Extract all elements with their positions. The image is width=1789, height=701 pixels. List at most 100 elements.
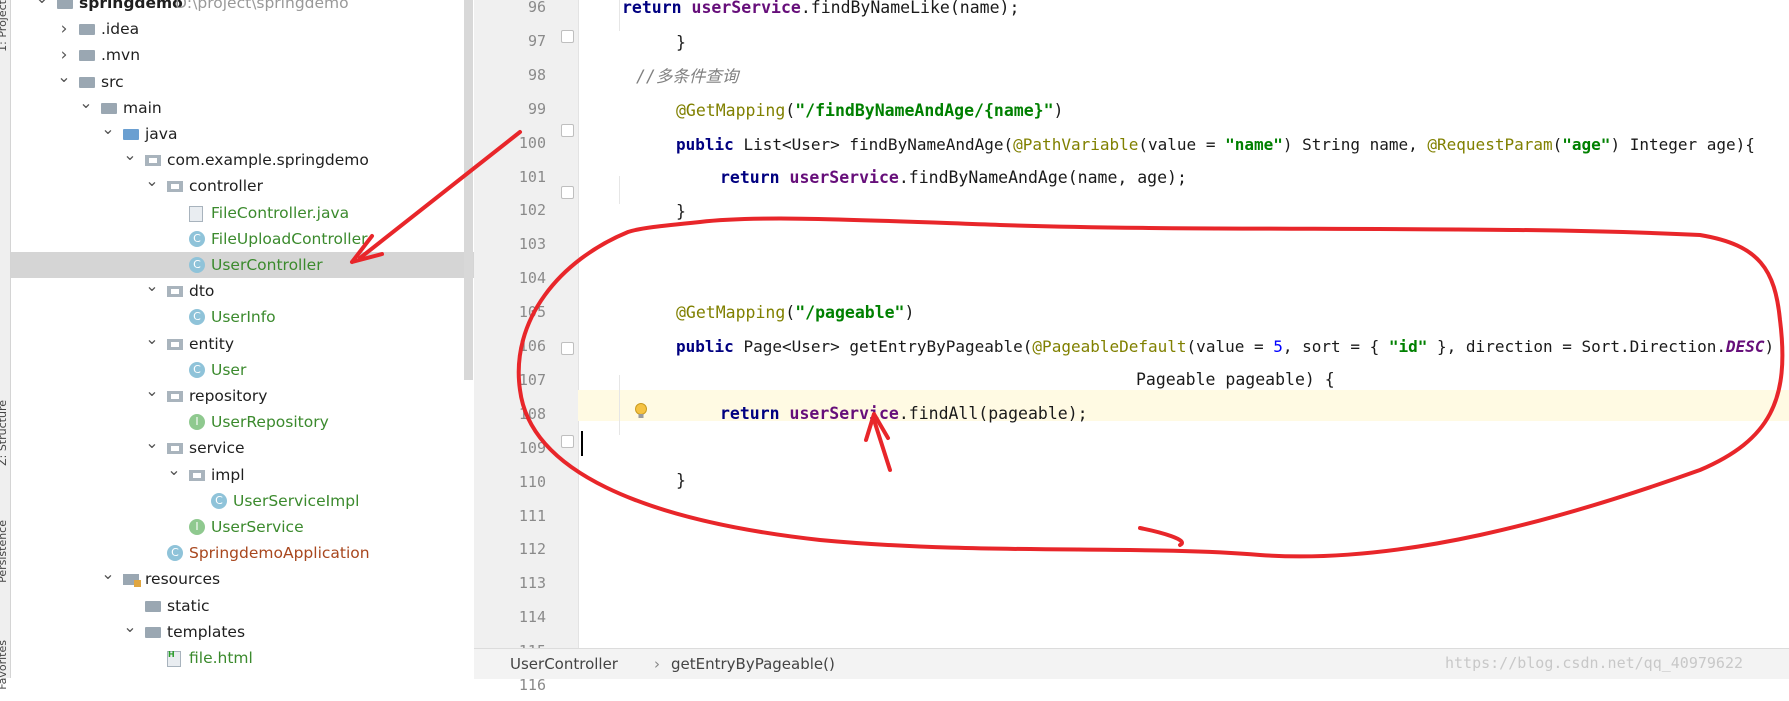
package-icon [167,286,183,298]
tree-item-user[interactable]: C User [11,357,474,383]
java-file-icon [189,205,203,222]
tree-item-templates[interactable]: ⌄ templates [11,617,474,645]
spring-application-icon: C [167,545,183,562]
tree-item-userserviceimpl[interactable]: C UserServiceImpl [11,488,474,514]
breadcrumb-class[interactable]: UserController [510,655,618,673]
tree-item-entity[interactable]: ⌄ entity [11,329,474,357]
tree-item-main[interactable]: ⌄ main [11,93,474,121]
tree-item-label: static [167,596,210,615]
tool-tab-structure[interactable]: Z: Structure [0,400,9,466]
chevron-right-icon[interactable]: › [57,16,71,42]
tree-item-label: java [145,125,178,143]
tree-item--mvn[interactable]: › .mvn [11,42,474,68]
chevron-down-icon[interactable]: ⌄ [101,116,115,142]
tree-item-java[interactable]: ⌄ java [11,119,474,147]
package-icon [167,443,183,455]
folder-icon [145,600,161,612]
tree-item-label: SpringdemoApplication [189,544,370,563]
tool-window-strip: 1: Project Z: Structure Persistence Favo… [0,0,11,690]
code-string: "age" [1562,135,1611,154]
chevron-down-icon[interactable]: ⌄ [57,64,71,90]
line-number: 111 [518,506,546,525]
chevron-down-icon[interactable]: ⌄ [145,168,159,194]
folder-icon [101,102,117,114]
code-text: (value = [1138,135,1226,154]
chevron-down-icon[interactable]: ⌄ [123,142,137,168]
chevron-down-icon[interactable]: ⌄ [123,614,137,640]
tree-item-repository[interactable]: ⌄ repository [11,381,474,409]
code-line-107: Pageable pageable) { [1136,370,1335,389]
tree-scrollbar[interactable] [464,0,473,380]
chevron-down-icon[interactable]: ⌄ [101,561,115,587]
tree-item-com-example-springdemo[interactable]: ⌄ com.example.springdemo [11,145,474,173]
code-number: 5 [1273,337,1283,356]
folder-icon [79,76,95,88]
indent-guide [619,0,620,31]
breadcrumb-method[interactable]: getEntryByPageable() [671,655,835,673]
chevron-down-icon[interactable]: ⌄ [35,0,49,11]
tree-item-fileuploadcontroller[interactable]: C FileUploadController [11,226,474,252]
tree-item-label: impl [211,465,245,484]
tree-item-label: UserRepository [211,413,329,432]
chevron-down-icon[interactable]: ⌄ [79,90,93,116]
package-icon [145,155,161,167]
tree-item-filecontroller-java[interactable]: FileController.java [11,200,474,226]
line-number: 106 [518,337,546,355]
chevron-down-icon[interactable]: ⌄ [145,378,159,404]
tree-item-label: entity [189,334,234,353]
module-icon [57,0,73,9]
class-icon: C [189,309,205,326]
fold-marker[interactable] [561,435,574,448]
chevron-down-icon[interactable]: ⌄ [145,326,159,352]
breadcrumb-separator: › [654,655,660,673]
chevron-down-icon[interactable]: ⌄ [145,273,159,299]
tree-item-file-html[interactable]: file.html [11,642,474,671]
tree-item-controller[interactable]: ⌄ controller [11,171,474,199]
code-text: ( [785,303,796,322]
lightbulb-icon[interactable] [634,402,648,420]
code-annotation: @GetMapping [676,303,786,322]
code-text: ) [1764,337,1775,356]
code-annotation: @PathVariable [1013,135,1139,154]
line-number: 114 [518,608,546,627]
tree-item-static[interactable]: static [11,593,474,619]
chevron-down-icon[interactable]: ⌄ [167,457,181,483]
tree-item-label: UserInfo [211,308,276,327]
chevron-down-icon[interactable]: ⌄ [145,430,159,456]
tree-item-impl[interactable]: ⌄ impl [11,460,474,488]
html-file-icon [167,642,181,668]
tree-item--idea[interactable]: › .idea [11,16,474,42]
folder-icon [79,50,95,62]
tree-item-userservice[interactable]: I UserService [11,514,474,540]
package-icon [167,181,183,193]
interface-icon: I [189,519,205,535]
tree-item-dto[interactable]: ⌄ dto [11,276,474,304]
tool-tab-project[interactable]: 1: Project [0,0,9,52]
tree-item-usercontroller[interactable]: C UserController [11,252,474,278]
code-annotation: @RequestParam [1427,135,1553,154]
tool-tab-persistence[interactable]: Persistence [0,520,9,583]
code-keyword: return [720,168,790,187]
tree-item-resources[interactable]: ⌄ resources [11,564,474,592]
class-icon: C [189,361,205,378]
code-annotation: @PageableDefault [1032,337,1187,356]
code-editor[interactable] [474,0,1789,648]
tree-item-springdemo[interactable]: ⌄ springdemoD:\project\springdemo [11,0,474,16]
tree-item-service[interactable]: ⌄ service [11,433,474,461]
line-number: 104 [518,269,546,288]
tree-item-userrepository[interactable]: I UserRepository [11,409,474,435]
tool-tab-favorites[interactable]: Favorites [0,640,9,690]
watermark-text: https://blog.csdn.net/qq_40979622 [1445,654,1744,672]
indent-guide [619,375,620,435]
fold-marker[interactable] [561,124,574,137]
tree-item-userinfo[interactable]: C UserInfo [11,304,474,330]
fold-marker[interactable] [561,186,574,199]
line-number: 103 [518,235,546,254]
tree-item-springdemoapplication[interactable]: C SpringdemoApplication [11,540,474,566]
code-field: userService [789,168,899,187]
fold-marker[interactable] [561,30,574,43]
package-icon [167,391,183,402]
fold-marker[interactable] [561,342,574,355]
tree-item-label: User [211,360,247,379]
code-string: "/pageable" [795,303,905,322]
